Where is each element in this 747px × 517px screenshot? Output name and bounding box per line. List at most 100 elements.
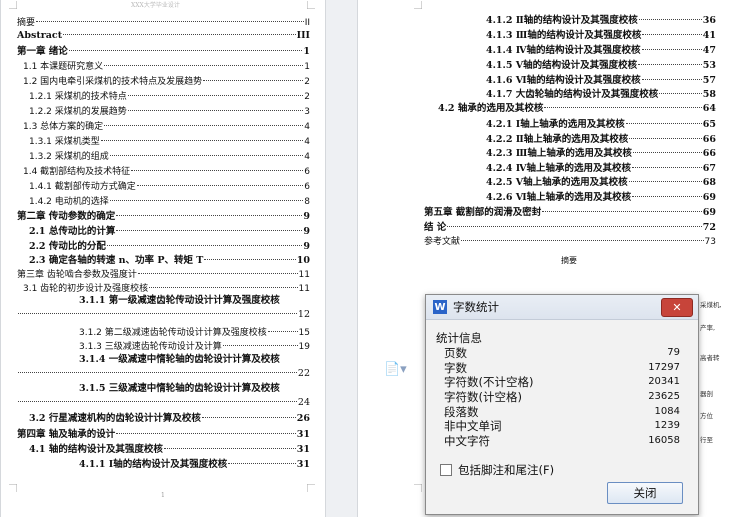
toc-entry-title: 1.4.1 截割部传动方式确定	[29, 182, 136, 192]
toc-entry[interactable]: 22	[17, 367, 310, 381]
toc-entry[interactable]: 4.1.1 Ⅰ轴的结构设计及其强度校核 31	[79, 458, 310, 472]
toc-entry[interactable]: 4.1.7 大齿轮轴的结构设计及其强度校核 58	[486, 88, 716, 102]
statistics-table: 页数 79 字数 17297 字符数(不计空格) 20341 字符数(计空格) 23625 段落…	[444, 346, 680, 449]
toc-entry[interactable]: 12	[17, 308, 310, 322]
toc-entry[interactable]: 1.2 国内电牵引采煤机的技术特点及发展趋势 2	[23, 75, 310, 89]
toc-entry[interactable]: 4.1.4 Ⅳ轴的结构设计及其强度校核 47	[486, 44, 716, 58]
paste-options-icon[interactable]: 📄▾	[384, 362, 407, 377]
toc-entry[interactable]: 3.1.2 第二级减速齿轮传动设计计算及强度校核 15	[79, 326, 310, 340]
dot-leader	[632, 167, 702, 168]
toc-entry[interactable]: 1.1 本课题研究意义 1	[23, 60, 310, 74]
toc-entry[interactable]: 第二章 传动参数的确定 9	[17, 210, 310, 224]
statistic-row: 字数 17297	[444, 361, 680, 376]
dot-leader	[137, 273, 298, 274]
include-footnotes-checkbox[interactable]: 包括脚注和尾注(F)	[440, 462, 554, 478]
page-number: 1	[161, 492, 165, 499]
dot-leader	[638, 64, 702, 65]
statistic-value: 16058	[648, 435, 680, 447]
toc-entry-title: 第一章 绪论	[17, 46, 68, 57]
toc-entry[interactable]: 4.2.5 Ⅴ轴上轴承的选用及其校核 68	[486, 176, 716, 190]
toc-entry[interactable]: 摘要 II	[17, 16, 310, 30]
toc-entry[interactable]: 结 论 72	[424, 221, 716, 235]
toc-entry-title: 2.3 确定各轴的转速 n、功率 P、转矩 T	[29, 255, 204, 266]
toc-entry[interactable]: 第一章 绪论 1	[17, 45, 310, 59]
toc-entry-title: 4.1.5 Ⅴ轴的结构设计及其强度校核	[486, 60, 638, 71]
toc-page-number: 8	[304, 197, 310, 207]
toc-entry-title: Abstract	[17, 30, 63, 41]
toc-entry-title[interactable]: 3.1.5 三级减速中惰轮轴的齿轮设计计算及校核	[79, 382, 280, 396]
toc-entry[interactable]: 4.1 轴的结构设计及其强度校核 31	[29, 443, 310, 457]
toc-page-number: 12	[297, 309, 310, 320]
toc-entry[interactable]: 1.4.1 截割部传动方式确定 6	[29, 180, 310, 194]
toc-entry-title: 3.1.3 三级减速齿轮传动设计及计算	[79, 342, 222, 352]
toc-entry[interactable]: 24	[17, 396, 310, 410]
margin-corner-mark	[414, 1, 422, 9]
dot-leader	[632, 152, 702, 153]
toc-entry-title: 4.2.3 Ⅲ轴上轴承的选用及其校核	[486, 148, 632, 159]
toc-entry[interactable]: 参考文献 73	[424, 235, 716, 249]
toc-page-number: 67	[702, 163, 716, 174]
toc-page-number: 73	[704, 237, 716, 247]
toc-page-number: 4	[304, 152, 310, 162]
toc-page-number: 9	[303, 226, 310, 237]
toc-entry[interactable]: 第五章 截割部的润滑及密封 69	[424, 206, 716, 220]
toc-entry[interactable]: 1.2.1 采煤机的技术特点 2	[29, 90, 310, 104]
dot-leader	[18, 313, 297, 314]
checkbox-label: 包括脚注和尾注(F)	[458, 463, 555, 477]
wps-writer-icon: W	[433, 300, 447, 314]
toc-entry-title: 4.2 轴承的选用及其校核	[438, 103, 544, 114]
dot-leader	[127, 110, 304, 111]
toc-entry[interactable]: 4.1.6 Ⅵ轴的结构设计及其强度校核 57	[486, 74, 716, 88]
toc-entry[interactable]: 4.2 轴承的选用及其校核 64	[438, 102, 716, 116]
dot-leader	[109, 155, 304, 156]
toc-entry-title: 4.2.2 Ⅱ轴上轴承的选用及其校核	[486, 134, 629, 145]
dot-leader	[204, 259, 296, 260]
toc-entry[interactable]: 4.1.3 Ⅲ轴的结构设计及其强度校核 41	[486, 29, 716, 43]
toc-entry[interactable]: 4.2.6 Ⅵ轴上轴承的选用及其校核 69	[486, 191, 716, 205]
checkbox-box[interactable]	[440, 464, 452, 476]
toc-entry[interactable]: 2.2 传动比的分配 9	[29, 240, 310, 254]
toc-entry[interactable]: 2.3 确定各轴的转速 n、功率 P、转矩 T 10	[29, 254, 310, 268]
toc-entry[interactable]: 1.4.2 电动机的选择 8	[29, 195, 310, 209]
toc-page-number: 41	[702, 30, 716, 41]
close-icon[interactable]: ✕	[661, 298, 693, 317]
toc-entry-title[interactable]: 3.1.1 第一级减速齿轮传动设计计算及强度校核	[79, 294, 280, 308]
dot-leader	[104, 125, 304, 126]
statistic-row: 页数 79	[444, 346, 680, 361]
toc-page-number: 6	[304, 167, 310, 177]
statistic-value: 1239	[654, 420, 680, 432]
toc-entry[interactable]: 4.2.3 Ⅲ轴上轴承的选用及其校核 66	[486, 147, 716, 161]
toc-entry-title[interactable]: 3.1.4 一级减速中惰轮轴的齿轮设计计算及校核	[79, 353, 280, 367]
dot-leader	[642, 34, 702, 35]
toc-entry[interactable]: 4.2.2 Ⅱ轴上轴承的选用及其校核 66	[486, 133, 716, 147]
toc-entry[interactable]: 第四章 轴及轴承的设计 31	[17, 428, 310, 442]
dot-leader	[36, 21, 304, 22]
toc-page-number: 69	[702, 207, 716, 218]
page-text-fragment: 采煤机,	[700, 301, 722, 309]
toc-entry[interactable]: 4.2.1 Ⅰ轴上轴承的选用及其校核 65	[486, 118, 716, 132]
toc-entry-title: 4.1.2 Ⅱ轴的结构设计及其强度校核	[486, 15, 638, 26]
toc-entry[interactable]: 1.3.2 采煤机的组成 4	[29, 150, 310, 164]
toc-entry[interactable]: 4.2.4 Ⅳ轴上轴承的选用及其校核 67	[486, 162, 716, 176]
toc-entry[interactable]: 2.1 总传动比的计算 9	[29, 225, 310, 239]
toc-entry[interactable]: 第三章 齿轮啮合参数及强度计 11	[17, 268, 310, 282]
toc-page-number: 11	[298, 284, 310, 294]
close-button[interactable]: 关闭	[607, 482, 683, 504]
statistic-value: 20341	[648, 376, 680, 388]
toc-entry-title: 4.1.6 Ⅵ轴的结构设计及其强度校核	[486, 75, 641, 86]
dot-leader	[629, 138, 702, 139]
toc-entry[interactable]: 1.3 总体方案的确定 4	[23, 120, 310, 134]
toc-entry[interactable]: 1.4 截割部结构及技术特征 6	[23, 165, 310, 179]
toc-entry[interactable]: 3.2 行星减速机构的齿轮设计计算及校核 26	[29, 412, 310, 426]
toc-entry[interactable]: 4.1.2 Ⅱ轴的结构设计及其强度校核 36	[486, 14, 716, 28]
toc-entry[interactable]: 1.3.1 采煤机类型 4	[29, 135, 310, 149]
toc-entry[interactable]: Abstract III	[17, 29, 310, 43]
toc-page-number: 31	[296, 459, 310, 470]
dialog-titlebar[interactable]: W 字数统计 ✕	[426, 295, 698, 320]
toc-entry[interactable]: 1.2.2 采煤机的发展趋势 3	[29, 105, 310, 119]
toc-entry[interactable]: 4.1.5 Ⅴ轴的结构设计及其强度校核 53	[486, 59, 716, 73]
dot-leader	[116, 230, 303, 231]
toc-entry[interactable]: 3.1.3 三级减速齿轮传动设计及计算 19	[79, 340, 310, 354]
dot-leader	[201, 417, 296, 418]
toc-page-number: 11	[298, 270, 310, 280]
